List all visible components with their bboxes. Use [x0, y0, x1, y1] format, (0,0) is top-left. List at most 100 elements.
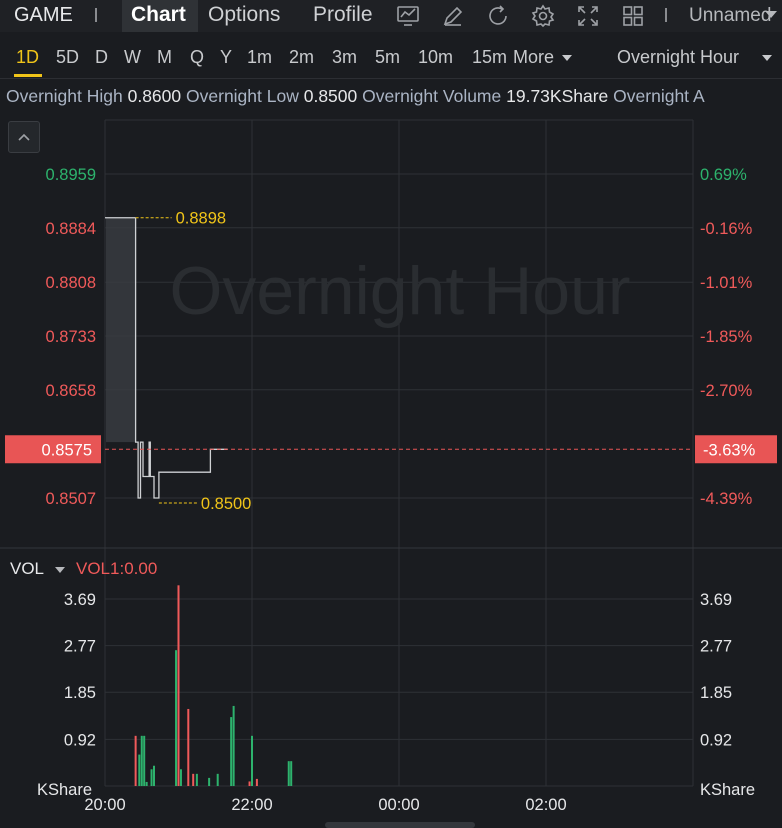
- interval-1d[interactable]: 1D: [16, 47, 39, 68]
- chevron-down-icon[interactable]: [762, 55, 772, 61]
- chevron-down-icon[interactable]: [765, 11, 777, 18]
- volume-bar: [187, 708, 190, 786]
- interval-1m[interactable]: 1m: [247, 47, 272, 68]
- low-marker-label: 0.8500: [201, 495, 251, 513]
- volume-bar: [138, 754, 141, 786]
- percent-tick-label: 0.69%: [700, 166, 747, 184]
- volume-bar: [179, 769, 182, 786]
- layout-name-dropdown[interactable]: Unnamed: [689, 5, 771, 27]
- tab-profile[interactable]: Profile: [313, 3, 373, 27]
- volume-bar: [290, 761, 293, 786]
- volume-bar: [195, 773, 198, 786]
- overnight-high-value: 0.8600: [127, 86, 182, 106]
- interval-10m[interactable]: 10m: [418, 47, 453, 68]
- current-price-label: 0.8575: [42, 441, 92, 459]
- volume-tick-label: 0.92: [64, 731, 96, 749]
- chart-area[interactable]: 0.8959 0.69% 0.8884 -0.16% 0.8808 -1.01% 0.873…: [0, 118, 782, 828]
- ticker-symbol: GAME: [14, 4, 73, 26]
- percent-tick-label: -2.70%: [700, 382, 753, 400]
- volume-bar: [208, 777, 211, 786]
- price-tick-label: 0.8507: [46, 490, 96, 508]
- indicator-icon[interactable]: [396, 4, 420, 28]
- interval-w[interactable]: W: [124, 47, 141, 68]
- volume-bar: [153, 765, 155, 786]
- settings-icon[interactable]: [531, 4, 555, 28]
- price-tick-label: 0.8959: [46, 166, 96, 184]
- price-tick-label: 0.8884: [46, 220, 96, 238]
- chart-scrollbar[interactable]: [325, 822, 475, 828]
- volume-bar: [255, 778, 258, 786]
- percent-tick-label: -0.16%: [700, 220, 753, 238]
- volume-bar: [175, 650, 178, 786]
- top-toolbar: GAME Chart Options Profile Unnamed: [0, 0, 782, 32]
- volume-tick-label-right: 1.85: [700, 684, 732, 702]
- tab-chart[interactable]: Chart: [131, 3, 186, 27]
- active-interval-indicator: [14, 74, 42, 77]
- volume-bar: [140, 735, 143, 786]
- volume-bar: [150, 769, 153, 786]
- interval-5m[interactable]: 5m: [375, 47, 400, 68]
- interval-q[interactable]: Q: [190, 47, 204, 68]
- volume-bar: [134, 735, 137, 786]
- more-intervals-button[interactable]: More: [513, 47, 554, 68]
- overnight-low-value: 0.8500: [303, 86, 358, 106]
- high-marker-label: 0.8898: [176, 210, 226, 228]
- overnight-high-label: Overnight High: [6, 86, 123, 106]
- volume-bar: [251, 735, 253, 786]
- divider: [665, 8, 667, 22]
- volume-bar: [145, 781, 148, 786]
- interval-m[interactable]: M: [157, 47, 172, 68]
- volume-tick-label-right: 2.77: [700, 638, 732, 656]
- time-tick-label: 22:00: [231, 796, 272, 814]
- chevron-down-icon[interactable]: [562, 55, 572, 61]
- volume-indicator-value: VOL1:0.00: [76, 559, 158, 578]
- percent-tick-label: -1.85%: [700, 328, 753, 346]
- interval-5d[interactable]: 5D: [56, 47, 79, 68]
- time-tick-label: 00:00: [378, 796, 419, 814]
- volume-bar: [230, 717, 233, 786]
- layout-icon[interactable]: [621, 4, 645, 28]
- volume-tick-label: 2.77: [64, 638, 96, 656]
- price-area-fill: [106, 217, 136, 443]
- price-tick-label: 0.8658: [46, 382, 96, 400]
- overnight-avg-label: Overnight A: [613, 86, 705, 106]
- volume-tick-label: 1.85: [64, 684, 96, 702]
- overnight-volume-value: 19.73KShare: [506, 86, 609, 106]
- collapse-button[interactable]: [8, 121, 40, 153]
- volume-bar: [192, 773, 195, 786]
- volume-tick-label: 3.69: [64, 591, 96, 609]
- session-stats: Overnight High 0.8600 Overnight Low 0.85…: [0, 86, 782, 112]
- chevron-down-icon[interactable]: [55, 567, 65, 573]
- time-tick-label: 02:00: [525, 796, 566, 814]
- volume-bar: [232, 705, 235, 786]
- interval-15m[interactable]: 15m: [472, 47, 507, 68]
- overnight-low-label: Overnight Low: [186, 86, 299, 106]
- overnight-volume-label: Overnight Volume: [362, 86, 502, 106]
- current-pct-label: -3.63%: [703, 441, 756, 459]
- volume-tick-label-right: 3.69: [700, 591, 732, 609]
- volume-indicator-label[interactable]: VOL: [10, 559, 44, 579]
- fullscreen-icon[interactable]: [576, 4, 600, 28]
- volume-bar: [287, 761, 290, 786]
- volume-bar: [248, 781, 251, 786]
- draw-icon[interactable]: [441, 4, 465, 28]
- volume-bar: [143, 735, 146, 786]
- interval-2m[interactable]: 2m: [289, 47, 314, 68]
- volume-tick-label-right: 0.92: [700, 731, 732, 749]
- interval-d[interactable]: D: [95, 47, 108, 68]
- volume-bar: [177, 585, 180, 786]
- session-dropdown[interactable]: Overnight Hour: [617, 47, 739, 68]
- tab-options[interactable]: Options: [208, 3, 280, 27]
- price-tick-label: 0.8733: [46, 328, 96, 346]
- percent-tick-label: -4.39%: [700, 490, 753, 508]
- refresh-icon[interactable]: [486, 4, 510, 28]
- interval-y[interactable]: Y: [220, 47, 232, 68]
- interval-3m[interactable]: 3m: [332, 47, 357, 68]
- interval-bar: 1D 5D D W M Q Y 1m 2m 3m 5m 10m 15m More…: [0, 36, 782, 79]
- volume-unit-label-right: KShare: [700, 781, 755, 799]
- chevron-up-icon: [18, 133, 30, 141]
- chart-watermark: Overnight Hour: [169, 253, 630, 329]
- percent-tick-label: -1.01%: [700, 274, 753, 292]
- volume-bar: [216, 773, 219, 786]
- price-volume-chart[interactable]: 0.8959 0.69% 0.8884 -0.16% 0.8808 -1.01% 0.873…: [0, 118, 782, 828]
